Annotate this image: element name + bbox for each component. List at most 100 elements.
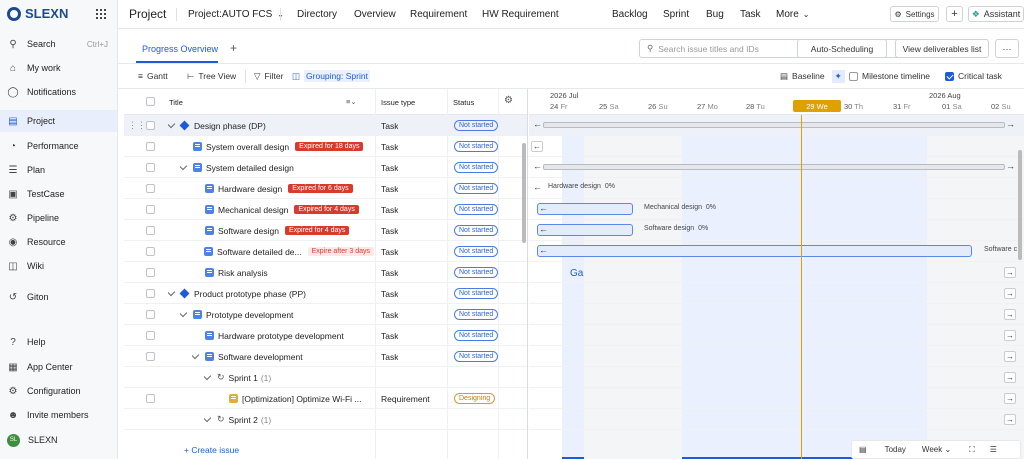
status-badge[interactable]: Not started [454, 120, 499, 131]
task-bar[interactable] [537, 203, 633, 215]
table-row[interactable]: [Optimization] Optimize Wi-Fi ... Require… [124, 388, 527, 409]
sidebar-item-resource[interactable]: ◉ Resource [0, 231, 117, 253]
milestone-timeline-toggle[interactable]: Milestone timeline [849, 64, 930, 88]
table-row[interactable]: System overall design Expired for 18 days… [124, 136, 527, 157]
brand-logo[interactable]: SLEXN [7, 6, 68, 21]
arrow-right-icon[interactable]: → [1006, 119, 1015, 129]
issue-title[interactable]: Hardware design [218, 184, 282, 194]
expand-chevron-icon[interactable] [192, 350, 200, 360]
row-checkbox[interactable] [146, 226, 155, 235]
status-badge[interactable]: Not started [454, 225, 499, 236]
issue-title[interactable]: Software development [218, 352, 303, 362]
tab-task[interactable]: Task [740, 0, 761, 28]
arrow-right-icon[interactable]: → [1004, 267, 1016, 278]
status-badge[interactable]: Not started [454, 246, 499, 257]
issue-title[interactable]: Sprint 2 [229, 415, 258, 425]
table-row[interactable]: Software design Expired for 4 days Task Not… [124, 220, 527, 241]
settings-icon[interactable]: ☰ [990, 445, 997, 454]
row-checkbox[interactable] [146, 394, 155, 403]
issue-title[interactable]: Product prototype phase (PP) [194, 289, 306, 299]
issue-title[interactable]: Hardware prototype development [218, 331, 344, 341]
add-button[interactable]: + [946, 6, 963, 22]
sidebar-item-pipeline[interactable]: ⚙ Pipeline [0, 207, 117, 229]
auto-scheduling-button[interactable]: Auto-Scheduling [797, 39, 887, 58]
row-checkbox[interactable] [146, 331, 155, 340]
app-grid-icon[interactable] [96, 9, 106, 19]
status-badge[interactable]: Not started [454, 330, 499, 341]
sidebar-item-app-center[interactable]: ▦ App Center [0, 356, 117, 378]
table-row[interactable]: ↻ Sprint 1 (1) [124, 367, 527, 388]
status-badge[interactable]: Not started [454, 141, 499, 152]
sidebar-item-notifications[interactable]: ◯ Notifications [0, 81, 117, 103]
sidebar-item-invite-members[interactable]: ☻ Invite members [0, 404, 117, 426]
sort-icon[interactable]: ≡⌄ [346, 97, 357, 106]
issue-title[interactable]: Software design [218, 226, 279, 236]
arrow-right-icon[interactable]: → [1006, 161, 1015, 171]
grouping-button[interactable]: ◫ Grouping: Sprint [292, 64, 370, 88]
sidebar-item-search[interactable]: ⚲ Search Ctrl+J [0, 33, 117, 55]
arrow-right-icon[interactable]: → [1004, 393, 1016, 404]
fullscreen-icon[interactable]: ⛶ [969, 445, 975, 455]
sidebar-item-user[interactable]: SL SLEXN [0, 429, 117, 451]
summary-bar[interactable] [543, 122, 1005, 128]
baseline-toggle[interactable]: ▤ Baseline ✦ [780, 64, 845, 88]
row-checkbox[interactable] [146, 289, 155, 298]
issue-title[interactable]: Design phase (DP) [194, 121, 266, 131]
expand-chevron-icon[interactable] [204, 371, 212, 381]
status-badge[interactable]: Not started [454, 267, 499, 278]
row-checkbox[interactable] [146, 205, 155, 214]
tab-sprint[interactable]: Sprint [663, 0, 689, 28]
select-all-checkbox[interactable] [146, 97, 155, 106]
tab-directory[interactable]: Directory [297, 0, 337, 28]
issue-title[interactable]: Software detailed de... [217, 247, 302, 257]
row-checkbox[interactable] [146, 184, 155, 193]
tab-overview[interactable]: Overview [354, 0, 396, 28]
tab-backlog[interactable]: Backlog [612, 0, 648, 28]
table-row[interactable]: System detailed design Task Not started [124, 157, 527, 178]
table-row[interactable]: Hardware prototype development Task Not st… [124, 325, 527, 346]
arrow-left-icon[interactable]: ← [539, 224, 548, 234]
task-bar[interactable] [537, 245, 972, 257]
issue-title[interactable]: System detailed design [206, 163, 294, 173]
arrow-left-icon[interactable]: ← [533, 161, 542, 171]
row-checkbox[interactable] [146, 142, 155, 151]
settings-button[interactable]: ⚙ Settings [890, 6, 939, 22]
assistant-button[interactable]: ❖ Assistant [968, 6, 1024, 22]
status-badge[interactable]: Designing [454, 393, 496, 404]
sidebar-item-performance[interactable]: ◔ Performance [0, 135, 117, 157]
gantt-scrollbar[interactable] [1018, 150, 1022, 260]
table-row[interactable]: ⋮⋮ Design phase (DP) Task Not started [124, 115, 527, 136]
tab-bug[interactable]: Bug [706, 0, 724, 28]
sidebar-item-my-work[interactable]: ⌂ My work [0, 57, 117, 79]
table-scrollbar[interactable] [522, 143, 526, 243]
row-checkbox[interactable] [146, 121, 155, 130]
scale-select[interactable]: Week ⌄ [922, 445, 951, 454]
expand-chevron-icon[interactable] [168, 119, 176, 129]
gantt-view-button[interactable]: ≡ Gantt [138, 64, 168, 88]
sidebar-item-giton[interactable]: ↺ Giton [0, 286, 117, 308]
more-options-button[interactable]: ··· [995, 39, 1019, 58]
row-checkbox[interactable] [146, 247, 155, 256]
sidebar-item-wiki[interactable]: ◫ Wiki [0, 255, 117, 277]
arrow-right-icon[interactable]: → [1004, 309, 1016, 320]
arrow-left-icon[interactable]: ← [539, 203, 548, 213]
baseline-settings-icon[interactable]: ✦ [831, 69, 845, 83]
task-bar[interactable] [537, 224, 633, 236]
tab-requirement[interactable]: Requirement [410, 0, 467, 28]
row-checkbox[interactable] [146, 310, 155, 319]
milestone-checkbox[interactable] [849, 71, 858, 81]
sidebar-item-plan[interactable]: ☰ Plan [0, 159, 117, 181]
expand-chevron-icon[interactable] [168, 287, 176, 297]
status-badge[interactable]: Not started [454, 183, 499, 194]
add-view-button[interactable]: + [230, 41, 237, 55]
table-row[interactable]: Prototype development Task Not started [124, 304, 527, 325]
critical-task-toggle[interactable]: Critical task [945, 64, 1002, 88]
row-checkbox[interactable] [146, 352, 155, 361]
row-checkbox[interactable] [146, 163, 155, 172]
table-row[interactable]: ↻ Sprint 2 (1) [124, 409, 527, 430]
table-row[interactable]: Hardware design Expired for 6 days Task Not… [124, 178, 527, 199]
arrow-right-icon[interactable]: → [1004, 351, 1016, 362]
issue-title[interactable]: Mechanical design [218, 205, 288, 215]
row-checkbox[interactable] [146, 268, 155, 277]
arrow-left-icon[interactable]: ← [533, 182, 542, 192]
